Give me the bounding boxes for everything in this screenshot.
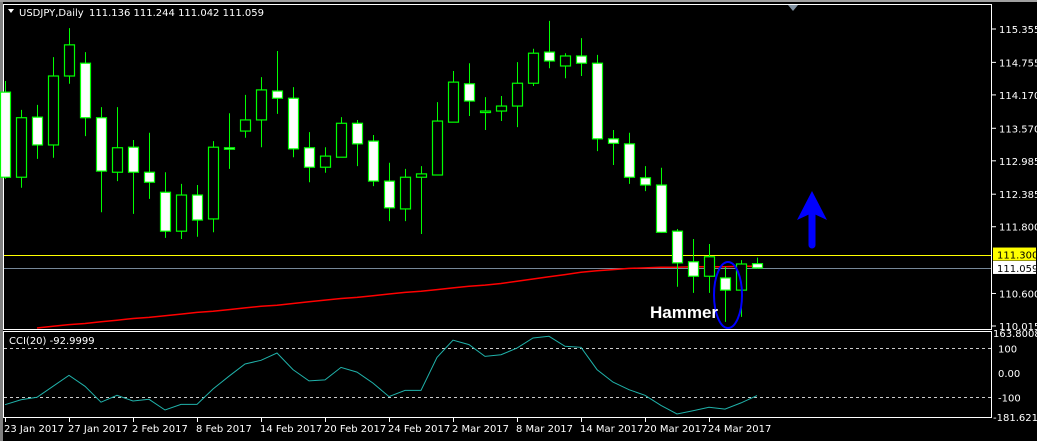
candle-body bbox=[15, 117, 28, 178]
price-tag-label: 111.059 bbox=[997, 264, 1037, 275]
candle-body bbox=[607, 138, 620, 144]
cci-axis-label: 100 bbox=[998, 344, 1017, 355]
ohlc-readout: 111.136 111.244 111.042 111.059 bbox=[89, 8, 264, 19]
symbol-timeframe-label: USDJPY,Daily bbox=[19, 8, 84, 19]
candle-body bbox=[95, 117, 108, 172]
time-axis-label: 8 Feb 2017 bbox=[196, 424, 252, 435]
trading-chart[interactable]: 115.355 114.755 114.170 113.570 112.985 112.3… bbox=[0, 0, 1037, 441]
candle-body bbox=[527, 52, 540, 84]
time-axis-label: 24 Feb 2017 bbox=[388, 424, 450, 435]
candle-body bbox=[271, 90, 284, 99]
candle-body bbox=[0, 91, 12, 178]
candle-body bbox=[239, 119, 252, 132]
price-axis-label: 113.570 bbox=[999, 124, 1037, 135]
cci-axis-label: -181.6217 bbox=[993, 413, 1037, 424]
candle-body bbox=[79, 62, 92, 119]
candle-body bbox=[751, 263, 764, 269]
cci-axis-label: 163.8008 bbox=[993, 329, 1037, 340]
candle-body bbox=[687, 261, 700, 277]
window-top-edge bbox=[0, 0, 1037, 2]
time-axis-label: 8 Mar 2017 bbox=[516, 424, 573, 435]
price-axis-label: 112.385 bbox=[999, 190, 1037, 201]
candle-body bbox=[111, 147, 124, 173]
candle-body bbox=[175, 194, 188, 232]
candle-body bbox=[655, 184, 668, 233]
candle-body bbox=[159, 191, 172, 232]
candle-body bbox=[719, 277, 732, 291]
candle-body bbox=[127, 146, 140, 173]
time-axis-label: 24 Mar 2017 bbox=[708, 424, 771, 435]
candle-body bbox=[47, 75, 60, 146]
candle-body bbox=[207, 146, 220, 220]
candle-body bbox=[623, 143, 636, 178]
candle-body bbox=[63, 44, 76, 77]
candle-body bbox=[319, 155, 332, 168]
time-axis-label: 27 Jan 2017 bbox=[68, 424, 128, 435]
candle-body bbox=[671, 230, 684, 264]
candle-body bbox=[31, 116, 44, 146]
price-axis-label: 111.800 bbox=[999, 223, 1037, 234]
price-tag-label: 111.300 bbox=[997, 251, 1037, 262]
candle-body bbox=[287, 97, 300, 150]
candle-body bbox=[303, 147, 316, 168]
candle-body bbox=[367, 140, 380, 182]
cci-indicator-label: CCI(20) -92.9999 bbox=[9, 336, 95, 347]
candle-body bbox=[559, 55, 572, 67]
time-axis-label: 20 Feb 2017 bbox=[324, 424, 386, 435]
price-axis-label: 112.985 bbox=[999, 157, 1037, 168]
candle-body bbox=[431, 120, 444, 176]
candle-body bbox=[383, 180, 396, 209]
candle-body bbox=[463, 83, 476, 102]
candle-body bbox=[495, 105, 508, 112]
candle-23-Jan-2017 bbox=[0, 81, 12, 179]
candle-body bbox=[543, 51, 556, 62]
time-axis-label: 23 Jan 2017 bbox=[4, 424, 64, 435]
price-axis-label: 110.600 bbox=[999, 289, 1037, 300]
candle-body bbox=[191, 194, 204, 221]
candle-body bbox=[223, 147, 236, 150]
candle-23-Feb-2017 bbox=[367, 134, 380, 187]
candle-9-Feb-2017 bbox=[207, 141, 220, 233]
candle-body bbox=[415, 173, 428, 178]
time-axis-label: 14 Feb 2017 bbox=[260, 424, 322, 435]
price-axis-label: 114.170 bbox=[999, 91, 1037, 102]
candle-body bbox=[255, 89, 268, 121]
time-axis-label: 20 Mar 2017 bbox=[644, 424, 707, 435]
time-axis-label: 2 Feb 2017 bbox=[132, 424, 188, 435]
hammer-annotation-label[interactable]: Hammer bbox=[650, 303, 718, 322]
candle-body bbox=[639, 177, 652, 186]
candle-body bbox=[479, 110, 492, 114]
candle-21-Feb-2017 bbox=[335, 117, 348, 158]
chart-background bbox=[0, 0, 1037, 441]
cci-axis-label: -100 bbox=[998, 393, 1021, 404]
time-axis-label: 2 Mar 2017 bbox=[452, 424, 509, 435]
candle-body bbox=[351, 122, 364, 145]
cci-axis-label: 0.00 bbox=[998, 369, 1020, 380]
price-axis-label: 115.355 bbox=[999, 25, 1037, 36]
price-axis-label: 114.755 bbox=[999, 58, 1037, 69]
candle-body bbox=[447, 81, 460, 123]
candle-9-Mar-2017 bbox=[527, 48, 540, 87]
time-axis-label: 14 Mar 2017 bbox=[580, 424, 643, 435]
candle-body bbox=[143, 171, 156, 183]
candle-body bbox=[575, 55, 588, 64]
candle-body bbox=[591, 62, 604, 140]
candle-15-Mar-2017 bbox=[591, 54, 604, 152]
candle-body bbox=[511, 82, 524, 107]
candle-24-Jan-2017 bbox=[15, 109, 28, 188]
candle-body bbox=[335, 122, 348, 158]
candle-body bbox=[703, 256, 716, 277]
candle-body bbox=[399, 176, 412, 210]
window-edge bbox=[0, 0, 3, 441]
